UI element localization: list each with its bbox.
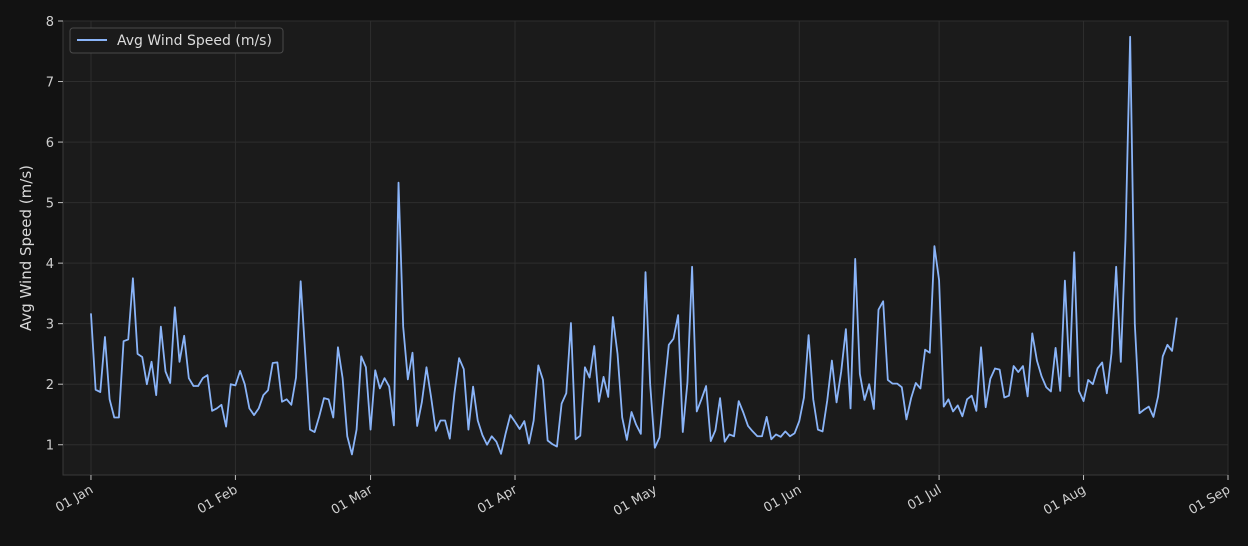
y-tick-label: 3	[46, 318, 54, 333]
y-tick-label: 4	[46, 257, 54, 272]
legend: Avg Wind Speed (m/s)	[69, 27, 284, 54]
y-axis-label: Avg Wind Speed (m/s)	[17, 165, 35, 331]
plot-area	[62, 20, 1229, 476]
y-tick-label: 8	[46, 15, 54, 30]
y-tick-label: 1	[46, 439, 54, 454]
y-tick-label: 2	[46, 378, 54, 393]
y-tick-label: 5	[46, 197, 54, 212]
y-tick-label: 7	[46, 76, 54, 91]
y-tick-label: 6	[46, 136, 54, 151]
legend-label: Avg Wind Speed (m/s)	[117, 33, 272, 49]
line-chart: 01 Jan 01 Feb 01 Mar 01 Apr 01 May 01 Jun 01 J…	[0, 0, 1248, 546]
